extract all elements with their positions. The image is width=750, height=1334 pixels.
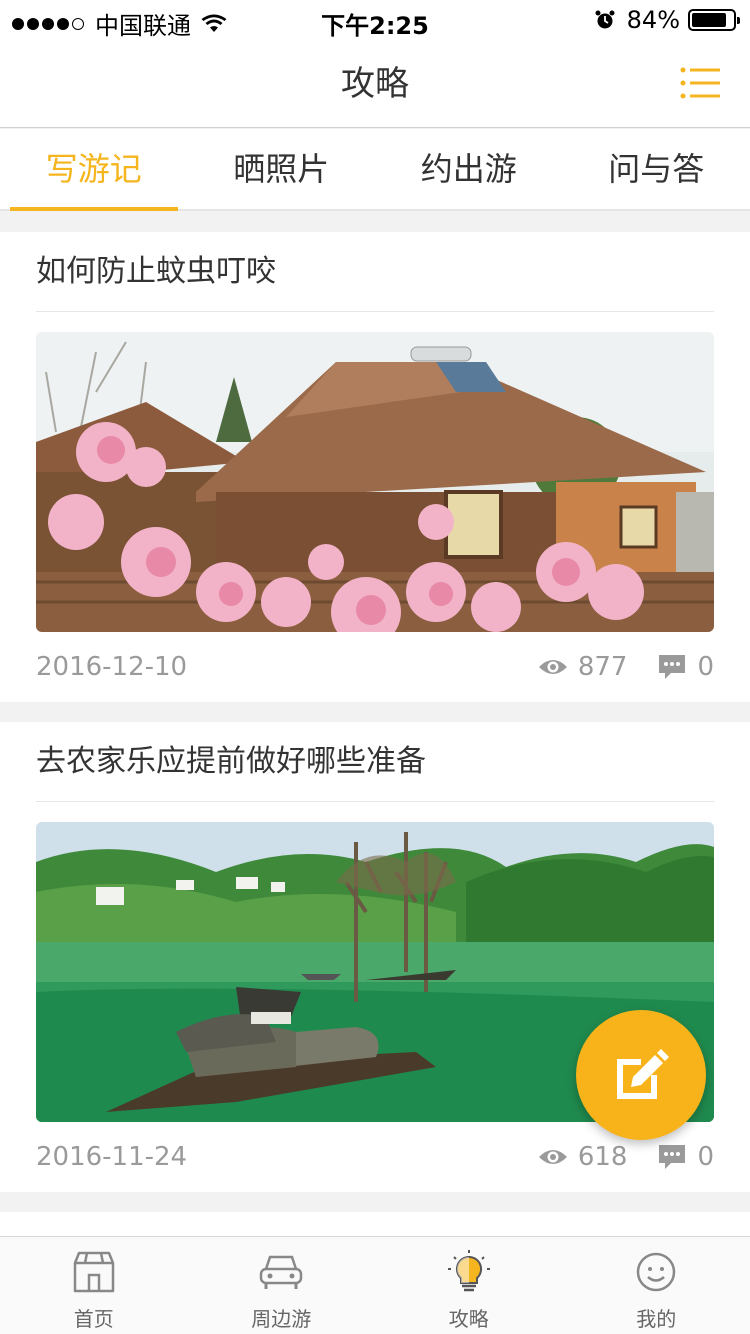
view-count-value: 877: [577, 652, 628, 682]
write-post-button[interactable]: [576, 1010, 706, 1140]
navigation-bar: 攻略: [0, 40, 750, 128]
tabbar-label: 周边游: [251, 1307, 312, 1331]
tab-qa[interactable]: 问与答: [563, 129, 750, 209]
tabbar-label: 攻略: [448, 1307, 489, 1331]
comment-icon: [659, 1145, 686, 1169]
post-date: 2016-12-10: [36, 652, 188, 682]
status-bar: 中国联通 下午2:25 84%: [0, 0, 750, 40]
list-menu-icon[interactable]: [680, 66, 720, 100]
tab-share-photos[interactable]: 晒照片: [188, 129, 376, 209]
post-card[interactable]: 如何防止蚊虫叮咬 2016-12-10 877 0: [0, 232, 750, 702]
page-title: 攻略: [341, 64, 409, 104]
tabbar-item-home[interactable]: 首页: [0, 1237, 188, 1334]
tabbar-item-nearby[interactable]: 周边游: [188, 1237, 376, 1334]
post-date: 2016-11-24: [36, 1142, 188, 1172]
eye-icon: [538, 1150, 567, 1164]
view-count: 618: [538, 1142, 628, 1172]
lightbulb-icon: [447, 1250, 490, 1292]
comment-count-value: 0: [697, 1142, 714, 1172]
battery-percent: 84%: [626, 6, 680, 34]
tabbar-item-guide[interactable]: 攻略: [375, 1237, 563, 1334]
comment-count: 0: [657, 1142, 714, 1172]
post-meta: 2016-12-10 877 0: [36, 632, 714, 702]
tabbar-item-profile[interactable]: 我的: [563, 1237, 750, 1334]
category-tabs: 写游记 晒照片 约出游 问与答: [0, 129, 750, 211]
comment-icon: [659, 655, 686, 679]
comment-count-value: 0: [697, 652, 714, 682]
view-count: 877: [538, 652, 628, 682]
car-icon: [260, 1255, 303, 1289]
home-icon: [73, 1251, 114, 1293]
tabbar-label: 首页: [73, 1307, 114, 1331]
smiley-icon: [637, 1252, 676, 1292]
post-title[interactable]: 如何防止蚊虫叮咬: [36, 232, 714, 312]
tab-plan-trip[interactable]: 约出游: [375, 129, 563, 209]
comment-count: 0: [657, 652, 714, 682]
post-title[interactable]: 去农家乐应提前做好哪些准备: [36, 722, 714, 802]
view-count-value: 618: [577, 1142, 628, 1172]
post-image-wooden-house[interactable]: [36, 332, 714, 632]
alarm-icon: [595, 10, 615, 29]
battery-icon: [688, 9, 740, 31]
eye-icon: [538, 660, 567, 674]
tabbar-label: 我的: [636, 1307, 677, 1331]
tab-write-travelogue[interactable]: 写游记: [0, 129, 188, 211]
bottom-tab-bar: 首页 周边游 攻略 我的: [0, 1236, 750, 1334]
edit-icon: [617, 1049, 669, 1099]
